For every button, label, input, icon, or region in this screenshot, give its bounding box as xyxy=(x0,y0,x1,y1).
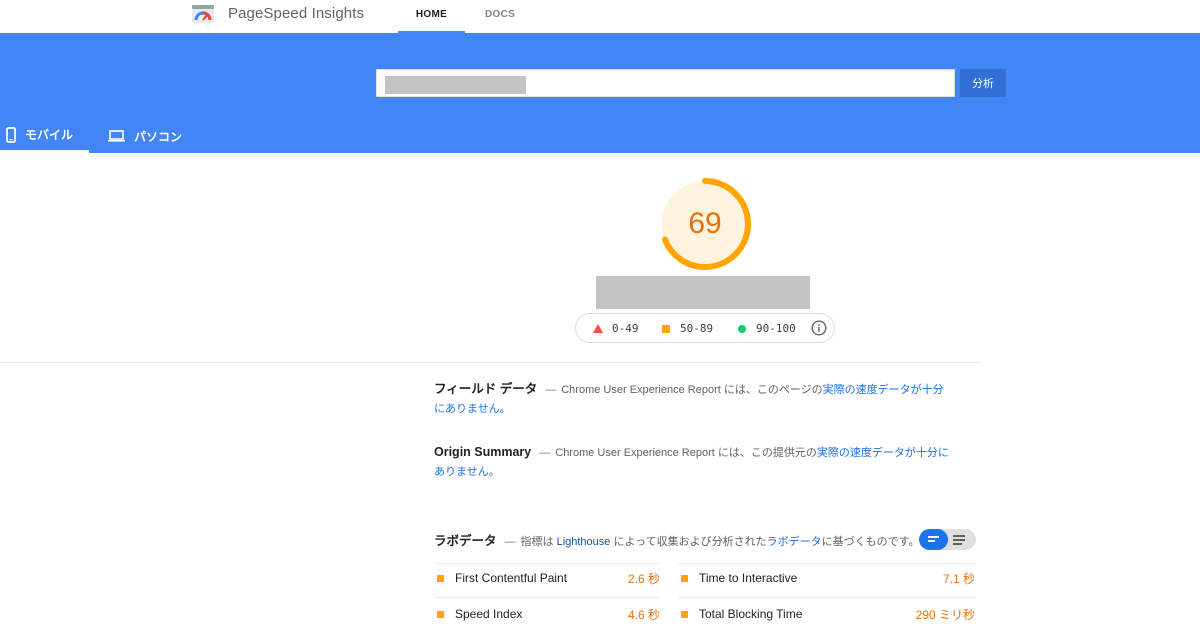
field-data-title: フィールド データ xyxy=(434,382,538,396)
app-title[interactable]: PageSpeed Insights xyxy=(228,5,364,22)
field-data-section: フィールド データ — Chrome User Experience Report … xyxy=(434,380,954,419)
circle-green-icon xyxy=(738,324,746,333)
redacted-url xyxy=(385,76,526,94)
nav-tab-docs[interactable]: DOCS xyxy=(485,9,515,20)
nav-tab-home[interactable]: HOME xyxy=(398,9,465,33)
lab-data-link[interactable]: ラボデータ xyxy=(767,536,822,548)
lab-data-text-b: によって収集および分析された xyxy=(613,536,767,548)
pagespeed-logo-icon[interactable] xyxy=(192,5,214,23)
metric-value: 4.6 秒 xyxy=(627,607,660,622)
redacted-final-url xyxy=(596,276,810,309)
field-data-text: Chrome User Experience Report には、このページの xyxy=(561,384,823,396)
url-input[interactable] xyxy=(376,69,955,97)
metric-separator xyxy=(678,597,976,598)
metric-name: Total Blocking Time xyxy=(699,607,803,621)
origin-summary-section: Origin Summary — Chrome User Experience Re… xyxy=(434,443,954,482)
phone-icon xyxy=(6,126,16,143)
metric-separator xyxy=(434,563,661,564)
compact-view-icon[interactable] xyxy=(919,529,948,550)
metric-tti: Time to Interactive 7.1 秒 xyxy=(681,568,975,588)
lab-data-text-a: 指標は xyxy=(520,536,554,548)
metric-speed-index: Speed Index 4.6 秒 xyxy=(437,604,660,624)
metric-name: First Contentful Paint xyxy=(455,571,568,585)
dash: — xyxy=(539,447,551,459)
dash: — xyxy=(504,536,516,548)
triangle-red-icon xyxy=(593,324,603,333)
metric-value: 290 ミリ秒 xyxy=(915,607,975,622)
legend-pass-label: 90-100 xyxy=(756,322,796,335)
score-legend: 0-49 50-89 90-100 xyxy=(575,313,835,343)
metrics-view-toggle[interactable] xyxy=(919,529,976,550)
metric-name: Speed Index xyxy=(455,607,523,621)
origin-summary-text: Chrome User Experience Report には、この提供元の xyxy=(555,447,817,459)
square-orange-icon xyxy=(662,324,670,333)
origin-summary-title: Origin Summary xyxy=(434,445,532,459)
legend-average: 50-89 xyxy=(662,322,713,335)
metric-fcp: First Contentful Paint 2.6 秒 xyxy=(437,568,660,588)
dash: — xyxy=(545,384,557,396)
legend-fail: 0-49 xyxy=(593,322,639,335)
square-orange-icon xyxy=(437,574,444,582)
info-icon[interactable] xyxy=(811,320,827,336)
section-divider xyxy=(0,362,982,363)
search-header: 分析 モバイル パソコン xyxy=(0,33,1200,153)
tab-desktop[interactable]: パソコン xyxy=(108,119,182,153)
metric-value: 2.6 秒 xyxy=(627,571,660,586)
lab-data-text-c: に基づくものです。 xyxy=(821,536,920,548)
laptop-icon xyxy=(108,130,125,142)
lab-data-section: ラボデータ — 指標は Lighthouse によって収集および分析されたラボデータ… xyxy=(434,532,954,552)
legend-fail-label: 0-49 xyxy=(612,322,639,335)
top-bar: PageSpeed Insights HOME DOCS xyxy=(0,0,1200,33)
analyze-button[interactable]: 分析 xyxy=(960,69,1006,97)
metric-tbt: Total Blocking Time 290 ミリ秒 xyxy=(681,604,975,624)
tab-mobile-label: モバイル xyxy=(25,128,74,142)
lighthouse-link[interactable]: Lighthouse xyxy=(557,536,611,548)
square-orange-icon xyxy=(681,610,688,618)
tab-mobile[interactable]: モバイル xyxy=(0,119,89,153)
square-orange-icon xyxy=(437,610,444,618)
legend-pass: 90-100 xyxy=(738,322,796,335)
performance-score: 69 xyxy=(688,207,722,240)
metric-value: 7.1 秒 xyxy=(942,571,975,586)
square-orange-icon xyxy=(681,574,688,582)
metric-separator xyxy=(678,563,976,564)
legend-average-label: 50-89 xyxy=(680,322,714,335)
tab-desktop-label: パソコン xyxy=(134,129,183,144)
metric-separator xyxy=(434,597,661,598)
lab-data-title: ラボデータ xyxy=(434,534,497,548)
metric-name: Time to Interactive xyxy=(699,571,798,585)
